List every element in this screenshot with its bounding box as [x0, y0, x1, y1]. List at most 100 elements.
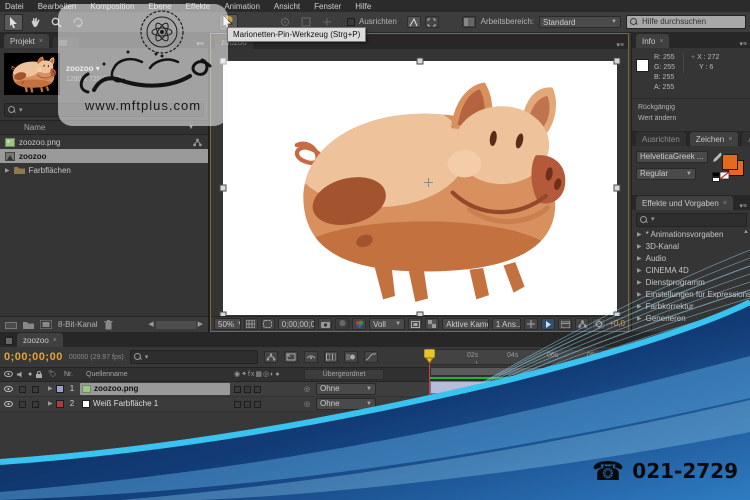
effects-item-6[interactable]: ▶ Farbkorrektur	[632, 301, 750, 313]
switch-box[interactable]	[234, 385, 241, 393]
effects-item-5[interactable]: ▶ Einstellungen für Expressions	[632, 289, 750, 301]
eye-icon[interactable]	[4, 385, 13, 392]
project-row-footage[interactable]: zoozoo.png	[0, 135, 208, 149]
h-scrollbar[interactable]	[155, 320, 196, 329]
work-area-bar[interactable]	[430, 367, 718, 376]
switch-box[interactable]	[234, 400, 241, 408]
mesh-expand-button[interactable]	[424, 16, 439, 28]
transparency-grid-icon[interactable]	[425, 318, 440, 330]
tab-timeline-zoozoo[interactable]: zoozoo ×	[17, 333, 63, 347]
effects-search-input[interactable]: ▾	[636, 212, 747, 227]
composition-canvas[interactable]	[219, 57, 621, 319]
selection-tool-icon[interactable]	[4, 13, 23, 31]
parent-dropdown[interactable]: Ohne ▼	[316, 383, 376, 395]
anchor-point-icon[interactable]	[423, 177, 433, 187]
hand-tool-icon[interactable]	[27, 15, 44, 30]
grid-options-icon[interactable]	[243, 318, 258, 330]
layer-name-selected[interactable]: zoozoo.png	[80, 383, 230, 395]
show-snapshot-icon[interactable]	[335, 318, 350, 330]
frame-blend-icon[interactable]	[323, 351, 338, 363]
help-search-input[interactable]: Hilfe durchsuchen	[626, 15, 746, 29]
tab-ausrichten[interactable]: Ausrichten	[636, 131, 686, 146]
project-row-folder[interactable]: ▶ Farbflächen	[0, 163, 208, 177]
channel-icon[interactable]	[352, 318, 367, 330]
font-family-dropdown[interactable]: HelveticaGreek ...▼	[636, 150, 708, 163]
effects-item-2[interactable]: ▶ Audio	[632, 253, 750, 265]
workspace-icon[interactable]	[461, 16, 476, 28]
new-comp-icon[interactable]	[40, 320, 52, 329]
twirl-icon[interactable]: ▶	[48, 386, 56, 392]
selection-handle[interactable]	[219, 184, 227, 192]
effects-item-0[interactable]: ▶ * Animationsvorgaben	[632, 229, 750, 241]
pickwhip-icon[interactable]: ◎	[304, 386, 316, 393]
camera-dropdown[interactable]: Aktive Kamera▼	[442, 318, 489, 330]
selection-handle[interactable]	[416, 57, 424, 65]
font-style-dropdown[interactable]: Regular ▼	[636, 167, 696, 180]
scroll-right-icon[interactable]: ▶	[198, 321, 203, 328]
panel-menu-icon[interactable]: ▾≡	[739, 202, 750, 210]
effects-item-7[interactable]: ▶ Generieren	[632, 313, 750, 325]
time-ruler[interactable]: 02s 04s 06s 08s 10s 12s 14s	[428, 349, 716, 365]
pixel-aspect-icon[interactable]	[524, 318, 539, 330]
source-column-header[interactable]: Quellenname	[86, 371, 234, 378]
panel-menu-icon[interactable]: ▾≡	[739, 40, 750, 48]
timeline-search-input[interactable]: ▾	[129, 350, 258, 364]
shy-icon[interactable]	[303, 351, 318, 363]
project-row-comp-selected[interactable]: zoozoo	[0, 149, 208, 163]
scroll-thumb[interactable]	[721, 352, 727, 374]
graph-editor-icon[interactable]	[363, 351, 378, 363]
effects-item-4[interactable]: ▶ Dienstprogramm	[632, 277, 750, 289]
menu-animation[interactable]: Animation	[224, 2, 260, 11]
effects-item-3[interactable]: ▶ CINEMA 4D	[632, 265, 750, 277]
timeline-button-icon[interactable]	[558, 318, 573, 330]
timeline-v-scrollbar[interactable]	[718, 349, 732, 411]
no-stroke-icon[interactable]	[720, 171, 734, 180]
nr-column-header[interactable]: Nr.	[64, 371, 86, 378]
current-timecode[interactable]: 0;00;00;00	[4, 351, 63, 363]
scroll-left-icon[interactable]: ◀	[148, 321, 153, 328]
switch-box[interactable]	[19, 385, 26, 393]
eye-icon[interactable]	[4, 400, 13, 407]
menu-fenster[interactable]: Fenster	[314, 2, 341, 11]
layer-bar-2[interactable]	[430, 395, 716, 408]
menu-hilfe[interactable]: Hilfe	[355, 2, 371, 11]
color-depth-button[interactable]: 8-Bit-Kanal	[58, 320, 98, 329]
menu-ansicht[interactable]: Ansicht	[274, 2, 300, 11]
tab-info[interactable]: Info ×	[636, 34, 670, 48]
selection-handle[interactable]	[613, 57, 621, 65]
fast-preview-icon[interactable]	[541, 318, 556, 330]
switch-box[interactable]	[32, 400, 39, 408]
composition-mini-flowchart-icon[interactable]	[263, 351, 278, 363]
layer-label-color[interactable]	[56, 400, 64, 408]
resolution-dropdown[interactable]: Voll ▼	[369, 318, 406, 330]
parent-dropdown[interactable]: Ohne ▼	[316, 398, 376, 410]
small-white-swatch[interactable]	[712, 176, 720, 182]
snapshot-icon[interactable]	[318, 318, 333, 330]
menu-datei[interactable]: Datei	[5, 2, 24, 11]
eyedropper-icon[interactable]	[712, 152, 722, 163]
switch-box[interactable]	[19, 400, 26, 408]
draft-3d-icon[interactable]	[283, 351, 298, 363]
twirl-icon[interactable]: ▶	[5, 167, 10, 174]
motion-blur-icon[interactable]	[343, 351, 358, 363]
pickwhip-icon[interactable]: ◎	[304, 401, 316, 408]
selection-handle[interactable]	[613, 184, 621, 192]
pin-type-button[interactable]	[406, 16, 421, 28]
tab-effekte-und-vorgaben[interactable]: Effekte und Vorgaben ×	[636, 195, 733, 210]
switch-box[interactable]	[254, 400, 261, 408]
interpret-footage-icon[interactable]	[5, 320, 17, 329]
switch-box[interactable]	[254, 385, 261, 393]
exposure-reset-icon[interactable]	[592, 318, 607, 330]
mask-visibility-icon[interactable]	[260, 318, 275, 330]
roi-icon[interactable]	[408, 318, 423, 330]
view-layout-dropdown[interactable]: 1 Ans...▼	[491, 318, 522, 330]
twirl-icon[interactable]: ▶	[48, 401, 56, 407]
fill-color-swatch[interactable]	[722, 153, 738, 170]
layer-name[interactable]: Weiß Farbfläche 1	[80, 400, 230, 408]
workspace-dropdown[interactable]: Standard ▼	[539, 16, 621, 28]
effects-item-1[interactable]: ▶ 3D-Kanal	[632, 241, 750, 253]
layer-bar-1[interactable]	[430, 381, 716, 394]
switch-box[interactable]	[32, 385, 39, 393]
switch-box[interactable]	[244, 400, 251, 408]
align-checkbox[interactable]	[347, 18, 355, 26]
